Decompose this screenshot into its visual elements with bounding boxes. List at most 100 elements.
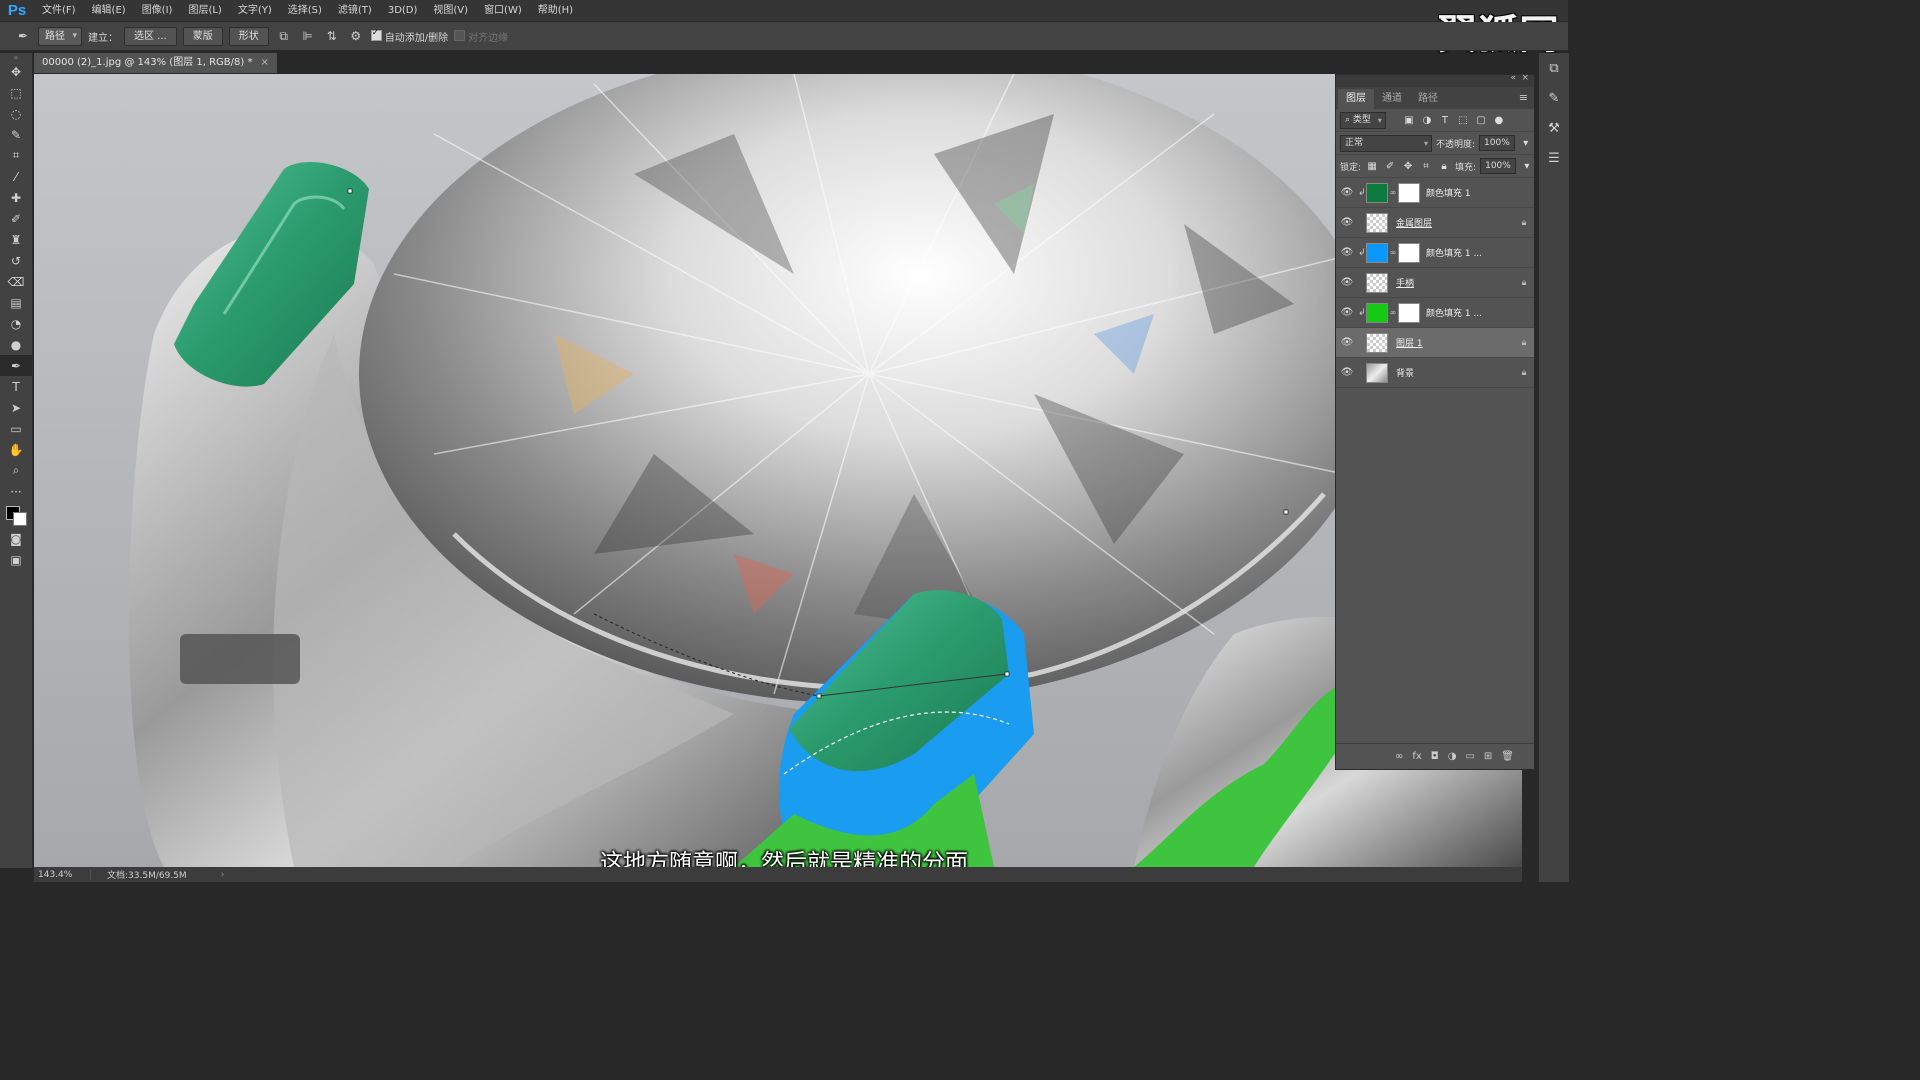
zoom-tool-icon[interactable]: ⌕ (0, 460, 32, 481)
visibility-eye-icon[interactable]: 👁︎ (1336, 307, 1358, 318)
blur-tool-icon[interactable]: ◔ (0, 313, 32, 334)
layer-mask-thumbnail[interactable] (1398, 242, 1420, 263)
delete-layer-trash-icon[interactable]: 🗑︎ (1501, 751, 1514, 762)
gear-icon[interactable]: ⚙ (347, 27, 365, 45)
layer-row[interactable]: 👁︎ ↲ ∞ 颜色填充 1 (1336, 178, 1534, 208)
make-mask-button[interactable]: 蒙版 (182, 26, 223, 46)
filter-type-icon[interactable]: T (1438, 115, 1452, 126)
menu-view[interactable]: 视图(V) (425, 0, 476, 21)
menu-3d[interactable]: 3D(D) (380, 0, 426, 21)
menu-file[interactable]: 文件(F) (34, 0, 84, 21)
menu-image[interactable]: 图像(I) (134, 0, 181, 21)
clone-stamp-tool-icon[interactable]: ♜ (0, 229, 32, 250)
menu-filter[interactable]: 滤镜(T) (330, 0, 380, 21)
menu-help[interactable]: 帮助(H) (530, 0, 581, 21)
collapse-icon[interactable]: « (1510, 73, 1516, 83)
visibility-eye-icon[interactable]: 👁︎ (1336, 247, 1358, 258)
lock-all-icon[interactable]: 🔒︎ (1437, 161, 1451, 172)
eraser-tool-icon[interactable]: ⌫ (0, 271, 32, 292)
layer-row[interactable]: 👁︎ ↲ ∞ 颜色填充 1 ... (1336, 238, 1534, 268)
make-shape-button[interactable]: 形状 (228, 26, 269, 46)
path-operations-icon[interactable]: ⧉ (275, 27, 293, 45)
tab-paths[interactable]: 路径 (1410, 89, 1446, 109)
lasso-tool-icon[interactable]: ◌ (0, 103, 32, 124)
link-chain-icon[interactable]: ∞ (1388, 248, 1398, 257)
layer-style-fx-icon[interactable]: fx (1412, 751, 1421, 762)
type-tool-icon[interactable]: T (0, 376, 32, 397)
layer-name[interactable]: 颜色填充 1 ... (1426, 306, 1534, 319)
filter-adjustment-icon[interactable]: ◑ (1420, 115, 1434, 126)
layer-name[interactable]: 金属图层 (1388, 216, 1514, 229)
status-menu-arrow-icon[interactable]: › (187, 870, 225, 880)
blend-mode-select[interactable]: 正常 (1340, 134, 1432, 152)
visibility-eye-icon[interactable]: 👁︎ (1336, 217, 1358, 228)
visibility-eye-icon[interactable]: 👁︎ (1336, 367, 1358, 378)
healing-brush-tool-icon[interactable]: ✚ (0, 187, 32, 208)
dodge-tool-icon[interactable]: ● (0, 334, 32, 355)
lock-position-icon[interactable]: ✥ (1401, 161, 1415, 172)
new-group-folder-icon[interactable]: ▭ (1465, 751, 1474, 762)
menu-type[interactable]: 文字(Y) (230, 0, 280, 21)
brush-panel-icon[interactable]: ⚒ (1539, 113, 1569, 143)
menu-window[interactable]: 窗口(W) (476, 0, 530, 21)
visibility-eye-icon[interactable]: 👁︎ (1336, 337, 1358, 348)
layer-name[interactable]: 手柄 (1388, 276, 1514, 289)
brush-tool-icon[interactable]: ✐ (0, 208, 32, 229)
rectangle-tool-icon[interactable]: ▭ (0, 418, 32, 439)
layer-name[interactable]: 颜色填充 1 ... (1426, 246, 1534, 259)
zoom-level[interactable]: 143.4% (34, 869, 91, 880)
move-tool-icon[interactable]: ✥ (0, 61, 32, 82)
filter-smart-object-icon[interactable]: ▢ (1474, 115, 1488, 126)
new-layer-icon[interactable]: ⊞ (1484, 751, 1492, 762)
toolbar-grip-icon[interactable]: » (0, 53, 32, 62)
background-color-swatch[interactable] (13, 512, 27, 526)
quick-select-tool-icon[interactable]: ✎ (0, 124, 32, 145)
document-canvas[interactable] (34, 74, 1522, 867)
layer-row-selected[interactable]: 👁︎ 图层 1 🔒︎ (1336, 328, 1534, 358)
more-tools-icon[interactable]: ··· (0, 481, 32, 502)
hand-tool-icon[interactable]: ✋ (0, 439, 32, 460)
link-chain-icon[interactable]: ∞ (1388, 188, 1398, 197)
color-swatches[interactable] (0, 502, 32, 528)
history-panel-icon[interactable]: ⧉ (1539, 53, 1569, 83)
filter-shape-icon[interactable]: ⬚ (1456, 115, 1470, 126)
adjustment-layer-icon[interactable]: ◑ (1448, 751, 1457, 762)
document-tab[interactable]: 00000 (2)_1.jpg @ 143% (图层 1, RGB/8) * × (34, 53, 277, 73)
lock-transparent-icon[interactable]: ▦ (1365, 161, 1379, 172)
layer-row[interactable]: 👁︎ 金属图层 🔒︎ (1336, 208, 1534, 238)
marquee-tool-icon[interactable]: ⬚ (0, 82, 32, 103)
layer-mask-thumbnail[interactable] (1398, 302, 1420, 323)
layer-filter-kind-select[interactable]: ⌕ 类型 (1340, 111, 1386, 129)
filter-pixel-icon[interactable]: ▣ (1402, 115, 1416, 126)
fill-input[interactable]: 100% (1480, 158, 1516, 174)
pen-tool-preset-icon[interactable]: ✒ (14, 27, 32, 45)
auto-add-delete-checkbox[interactable] (370, 28, 382, 41)
layer-name[interactable]: 颜色填充 1 (1426, 186, 1534, 199)
lock-pixels-icon[interactable]: ✐ (1383, 161, 1397, 172)
path-arrangement-icon[interactable]: ⇅ (323, 27, 341, 45)
opacity-dropdown-icon[interactable]: ▾ (1519, 138, 1533, 149)
path-selection-tool-icon[interactable]: ➤ (0, 397, 32, 418)
lock-artboard-icon[interactable]: ⌗ (1419, 161, 1433, 172)
menu-edit[interactable]: 编辑(E) (84, 0, 134, 21)
auto-add-delete-toggle[interactable]: 自动添加/删除 (370, 28, 448, 44)
layer-mask-thumbnail[interactable] (1398, 182, 1420, 203)
layer-row[interactable]: 👁︎ 背景 🔒︎ (1336, 358, 1534, 388)
tab-layers[interactable]: 图层 (1338, 89, 1374, 109)
close-icon[interactable]: × (260, 53, 268, 73)
history-brush-tool-icon[interactable]: ↺ (0, 250, 32, 271)
align-edges-toggle[interactable]: 对齐边缘 (454, 29, 508, 44)
link-layers-icon[interactable]: ∞ (1395, 751, 1403, 762)
menu-layer[interactable]: 图层(L) (180, 0, 229, 21)
filter-toggle-icon[interactable]: ● (1492, 115, 1506, 126)
layer-name[interactable]: 背景 (1388, 366, 1514, 379)
crop-tool-icon[interactable]: ⌗ (0, 145, 32, 166)
tab-channels[interactable]: 通道 (1374, 89, 1410, 109)
menu-select[interactable]: 选择(S) (280, 0, 330, 21)
quick-mask-icon[interactable]: ◙ (0, 528, 32, 549)
panel-menu-icon[interactable]: ≡ (1519, 91, 1528, 104)
make-selection-button[interactable]: 选区 ... (124, 26, 177, 46)
adjustments-panel-icon[interactable]: ☰ (1539, 143, 1569, 173)
link-chain-icon[interactable]: ∞ (1388, 308, 1398, 317)
properties-panel-icon[interactable]: ✎ (1539, 83, 1569, 113)
